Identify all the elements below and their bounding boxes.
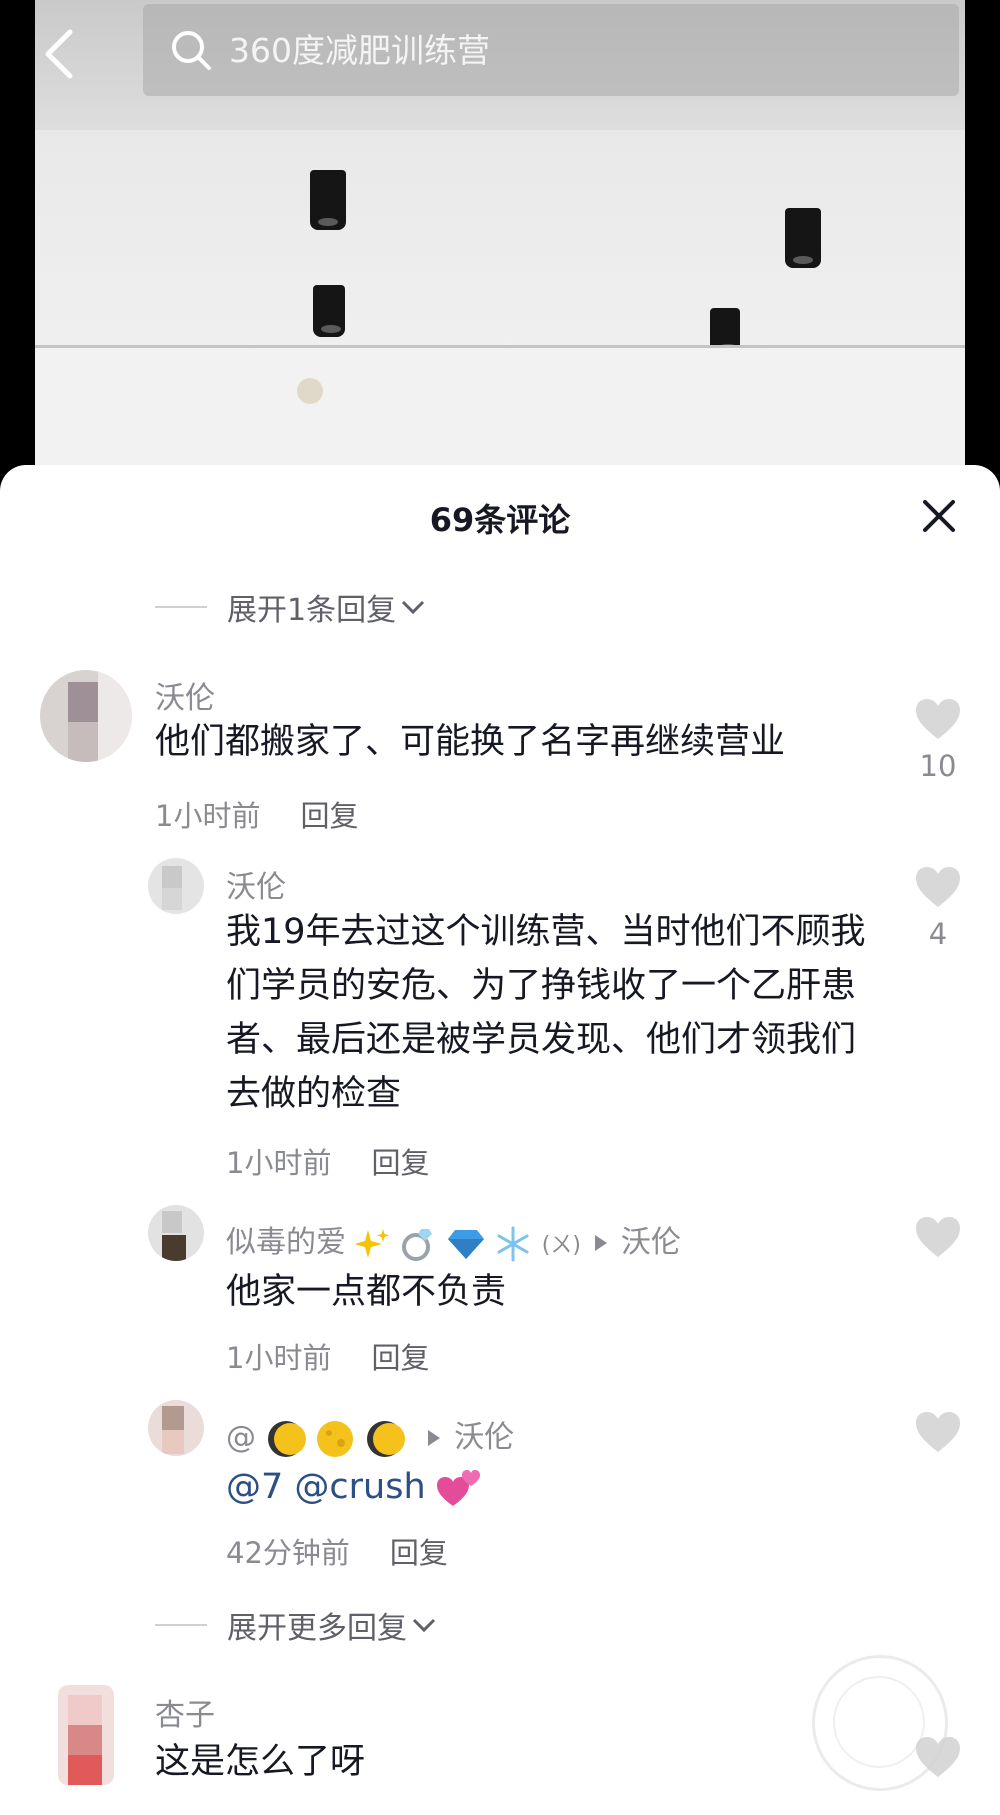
comment-text: 他们都搬家了、可能换了名字再继续营业 <box>155 722 786 762</box>
expand-more-replies-button[interactable]: 展开更多回复 <box>155 1603 437 1647</box>
name-suffix: (ㄨ) <box>541 1233 581 1258</box>
close-icon <box>923 500 955 532</box>
heart-icon <box>916 867 960 907</box>
reply-target[interactable]: 沃伦 <box>621 1225 681 1260</box>
comment-time: 1小时前 <box>226 1341 332 1375</box>
reply-button[interactable]: 回复 <box>371 1146 429 1180</box>
reply-target[interactable]: 沃伦 <box>454 1420 514 1455</box>
comment-count-title: 69条评论 <box>429 501 571 539</box>
expand-more-label: 展开更多回复 <box>227 1611 407 1646</box>
ceiling-light <box>310 170 346 230</box>
comment-author[interactable]: 似毒的爱 (ㄨ) 沃伦 <box>226 1217 681 1263</box>
moon-icon <box>267 1420 306 1457</box>
sparkles-icon <box>355 1228 389 1258</box>
comment-time: 1小时前 <box>155 799 261 833</box>
gem-icon <box>447 1229 484 1259</box>
like-button[interactable] <box>912 1215 964 1263</box>
reply-arrow-icon <box>428 1429 441 1446</box>
chevron-down-icon <box>412 1618 436 1633</box>
reply-button[interactable]: 回复 <box>300 799 358 833</box>
close-button[interactable] <box>920 497 958 535</box>
reply-arrow-icon <box>594 1234 607 1251</box>
heart-icon <box>916 1412 960 1452</box>
search-icon <box>172 31 211 70</box>
wall <box>35 348 965 470</box>
avatar[interactable] <box>148 1205 204 1261</box>
comment-meta: 42分钟前 回复 <box>226 1530 448 1572</box>
comment-time: 42分钟前 <box>226 1536 350 1570</box>
expand-replies-label: 展开1条回复 <box>227 593 397 628</box>
comment-text: 他家一点都不负责 <box>226 1272 507 1312</box>
comment-author[interactable]: 沃伦 <box>155 673 215 717</box>
avatar[interactable] <box>148 858 204 914</box>
like-button[interactable]: 10 <box>912 697 964 783</box>
comment-meta: 1小时前 回复 <box>155 793 358 835</box>
like-button[interactable]: 4 <box>912 865 964 951</box>
comment-author[interactable]: 杏子 <box>155 1690 215 1734</box>
author-name: 似毒的爱 <box>226 1225 346 1260</box>
like-count: 4 <box>928 917 948 951</box>
author-name: @ <box>226 1420 256 1455</box>
search-input[interactable] <box>229 30 929 70</box>
heart-icon <box>916 699 960 739</box>
moon-icon <box>317 1420 354 1457</box>
comment-text: 我19年去过这个训练营、当时他们不顾我们学员的安危、为了挣钱收了一个乙肝患者、最… <box>226 912 866 1114</box>
divider <box>155 606 207 608</box>
two-hearts-icon <box>436 1470 480 1506</box>
comment-author[interactable]: 沃伦 <box>226 862 286 906</box>
comment-text: 这是怎么了呀 <box>155 1742 366 1782</box>
ring-icon <box>402 1228 433 1261</box>
ceiling-light <box>785 208 821 268</box>
comment-sheet: 69条评论 展开1条回复 沃伦 他们都搬家了、可能换了名字再继续营业 1小时前回… <box>0 465 1000 1815</box>
comment-time: 1小时前 <box>226 1146 332 1180</box>
like-button[interactable] <box>912 1410 964 1458</box>
chevron-down-icon <box>402 600 425 615</box>
avatar[interactable] <box>148 1400 204 1456</box>
ceiling-light <box>313 285 345 337</box>
search-bar[interactable] <box>143 4 959 96</box>
wall-stain <box>297 378 323 404</box>
snowflake-icon <box>497 1226 529 1261</box>
like-count: 10 <box>919 749 957 783</box>
divider <box>155 1624 207 1626</box>
comment-author[interactable]: @ 沃伦 <box>226 1412 514 1459</box>
comment-text: @7 @crush <box>226 1460 866 1514</box>
expand-replies-button[interactable]: 展开1条回复 <box>155 585 426 629</box>
mention-text[interactable]: @7 @crush <box>226 1467 426 1507</box>
reply-button[interactable]: 回复 <box>371 1341 429 1375</box>
comment-meta: 1小时前 回复 <box>226 1140 429 1182</box>
moon-icon <box>366 1420 405 1457</box>
watermark-seal <box>812 1655 948 1791</box>
reply-button[interactable]: 回复 <box>390 1536 448 1570</box>
comment-meta: 1小时前 回复 <box>226 1335 429 1377</box>
avatar[interactable] <box>40 670 132 762</box>
heart-icon <box>916 1217 960 1257</box>
back-icon <box>45 29 73 79</box>
back-button[interactable] <box>40 28 80 80</box>
avatar[interactable] <box>58 1685 114 1785</box>
